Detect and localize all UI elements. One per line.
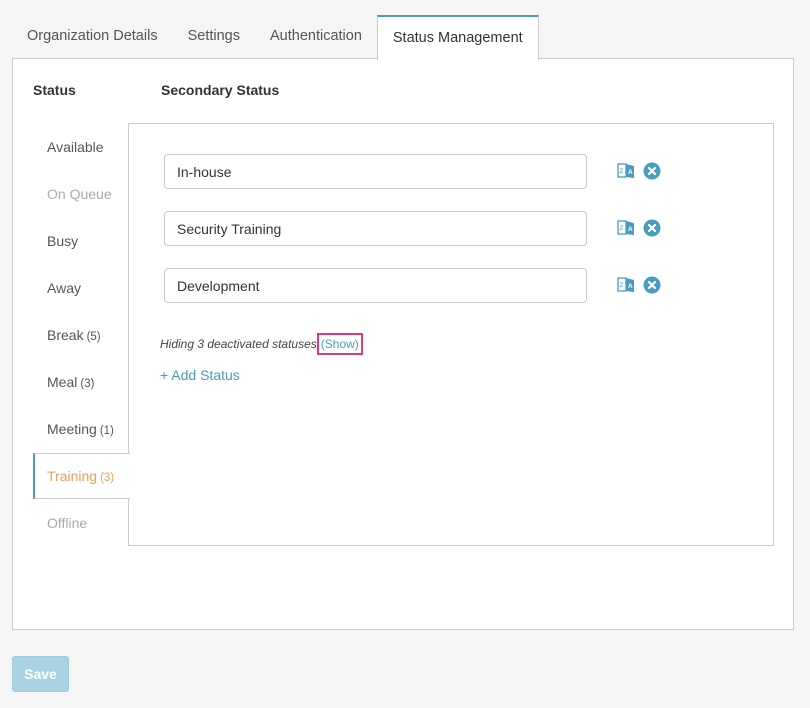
translate-icon[interactable]: Z A [617, 162, 635, 180]
secondary-status-column-header: Secondary Status [161, 82, 280, 98]
secondary-status-field-security-training[interactable] [164, 211, 587, 246]
svg-text:A: A [628, 283, 633, 290]
hidden-statuses-text: Hiding 3 deactivated statuses [160, 337, 317, 351]
tab-bar: Organization Details Settings Authentica… [12, 15, 539, 60]
status-management-panel: Status Secondary Status Available On Que… [12, 58, 794, 630]
svg-text:A: A [628, 226, 633, 233]
show-deactivated-link[interactable]: (Show) [316, 333, 363, 355]
status-label: Meeting [47, 421, 97, 437]
status-label: Available [47, 139, 104, 155]
remove-circle-icon[interactable] [643, 162, 661, 180]
status-label: Away [47, 280, 81, 296]
status-item-break[interactable]: Break (5) [33, 312, 129, 358]
status-label: On Queue [47, 186, 112, 202]
svg-text:Z: Z [620, 226, 624, 232]
status-item-busy[interactable]: Busy [33, 218, 129, 264]
secondary-status-box: Z A Z A Z A Hiding 3 deactiv [128, 123, 774, 546]
status-column-header: Status [33, 82, 76, 98]
save-button[interactable]: Save [12, 656, 69, 692]
tab-settings[interactable]: Settings [173, 15, 255, 58]
tab-authentication[interactable]: Authentication [255, 15, 377, 58]
svg-text:Z: Z [620, 283, 624, 289]
hidden-statuses-note: Hiding 3 deactivated statuses (Show) [160, 333, 363, 355]
svg-text:Z: Z [620, 169, 624, 175]
remove-circle-icon[interactable] [643, 219, 661, 237]
remove-circle-icon[interactable] [643, 276, 661, 294]
status-count: (3) [80, 378, 95, 390]
tab-status-management[interactable]: Status Management [376, 15, 539, 60]
translate-icon[interactable]: Z A [617, 219, 635, 237]
tab-organization-details[interactable]: Organization Details [12, 15, 173, 58]
status-label: Training [47, 468, 98, 484]
status-item-available[interactable]: Available [33, 124, 129, 170]
status-label: Break [47, 327, 84, 343]
status-label: Busy [47, 233, 79, 249]
translate-icon[interactable]: Z A [617, 276, 635, 294]
status-item-meal[interactable]: Meal (3) [33, 359, 129, 405]
secondary-status-field-development[interactable] [164, 268, 587, 303]
secondary-status-field-in-house[interactable] [164, 154, 587, 189]
status-label: Meal [47, 374, 78, 390]
status-count: (3) [100, 472, 115, 484]
svg-text:A: A [628, 169, 633, 176]
status-label: Offline [47, 515, 88, 531]
status-count: (5) [86, 331, 101, 343]
status-item-meeting[interactable]: Meeting (1) [33, 406, 129, 452]
status-item-away[interactable]: Away [33, 265, 129, 311]
status-item-offline[interactable]: Offline [33, 500, 129, 546]
status-count: (1) [99, 425, 114, 437]
status-item-on-queue[interactable]: On Queue [33, 171, 129, 217]
add-status-button[interactable]: + Add Status [160, 367, 240, 383]
status-item-training[interactable]: Training (3) [33, 453, 130, 499]
